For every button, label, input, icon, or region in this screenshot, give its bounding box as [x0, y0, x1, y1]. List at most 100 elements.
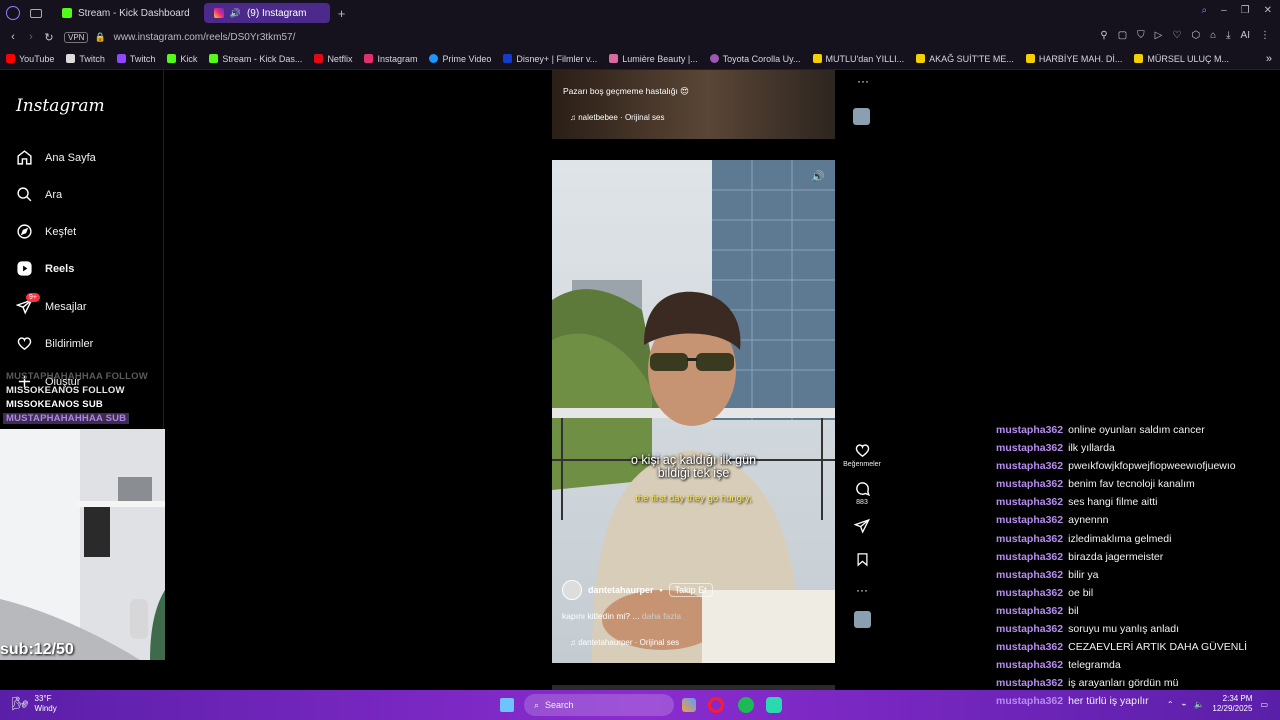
avatar[interactable]	[853, 108, 870, 125]
taskview-icon[interactable]	[682, 698, 696, 712]
bookmark-akag[interactable]: AKAĞ SUİT'TE ME...	[910, 54, 1020, 64]
nav-notifications[interactable]: Bildirimler	[16, 335, 93, 352]
bookmark-lumiere[interactable]: Lumière Beauty |...	[603, 54, 703, 64]
bookmark-prime-video[interactable]: Prime Video	[423, 54, 497, 64]
bookmarks-overflow-icon[interactable]: »	[1266, 53, 1272, 65]
url-field[interactable]: www.instagram.com/reels/DS0Yr3tkm57/	[114, 32, 296, 43]
download-icon[interactable]: ⤓	[1226, 30, 1230, 41]
bookmark-netflix[interactable]: Netflix	[308, 54, 358, 64]
chat-text: bil	[1068, 604, 1079, 617]
chat-username: mustapha362	[996, 641, 1064, 654]
speaker-icon[interactable]: 🔊	[230, 8, 241, 19]
more-options-icon[interactable]: ···	[857, 74, 869, 88]
spotify-icon[interactable]	[738, 697, 754, 713]
adblock-icon[interactable]: ⛉	[1137, 30, 1145, 41]
previous-reel[interactable]: Pazarı boş geçmeme hastalığı 😍 ♫ naletbe…	[552, 70, 835, 139]
chat-message: mustapha362 pweıkfowjkfopwejfiopweewıofju…	[985, 460, 1280, 478]
bookmark-mutlu[interactable]: MUTLU'dan YILLI...	[807, 54, 911, 64]
like-icon[interactable]	[854, 442, 871, 459]
bookmark-kick[interactable]: Kick	[161, 54, 203, 64]
chat-text: aynennn	[1068, 514, 1109, 527]
network-icon[interactable]: ⌁	[1182, 700, 1187, 709]
bookmark-youtube[interactable]: YouTube	[0, 54, 60, 64]
avatar[interactable]	[562, 580, 582, 600]
audio-thumbnail[interactable]	[853, 611, 871, 628]
comment-icon[interactable]	[854, 480, 871, 497]
reel-video[interactable]: 🔊 o kişi aç kaldığı ilk gün bildiği tek …	[552, 160, 835, 663]
chat-message: mustapha362 oe bil	[985, 587, 1280, 605]
reel-audio[interactable]: ♫ dantetahaurper · Orijinal ses	[570, 638, 679, 647]
minimize-button[interactable]: –	[1221, 5, 1227, 16]
menu-icon[interactable]: ⋮	[1260, 30, 1270, 41]
chat-text: oe bil	[1068, 586, 1094, 599]
prime-video-icon	[429, 54, 439, 63]
chat-message: mustapha362 benim fav tecnoloji kanalım	[985, 478, 1280, 496]
opera-icon[interactable]	[708, 697, 724, 713]
back-icon[interactable]: ‹	[4, 31, 22, 43]
nav-reels[interactable]: Reels	[16, 260, 74, 277]
tab-manager-icon[interactable]	[30, 8, 42, 18]
youtube-icon	[6, 54, 15, 63]
volume-icon[interactable]: 🔈	[1194, 700, 1204, 709]
search-placeholder: Search	[545, 700, 574, 710]
reload-icon[interactable]: ↻	[40, 31, 58, 44]
tab-kick-dashboard[interactable]: Stream - Kick Dashboard	[52, 3, 200, 23]
tab-instagram[interactable]: 🔊 (9) Instagram	[203, 3, 330, 23]
bookmark-mursel[interactable]: MÜRSEL ULUÇ M...	[1128, 54, 1235, 64]
nav-explore[interactable]: Keşfet	[16, 223, 76, 240]
like-label: Beğenmeler	[843, 461, 881, 468]
author-username[interactable]: dantetahaurper	[588, 585, 654, 595]
nav-messages[interactable]: 9+ Mesajlar	[16, 293, 87, 315]
heart-icon	[17, 337, 32, 351]
lock-icon[interactable]: 🔒	[94, 32, 105, 43]
instagram-icon	[364, 54, 374, 63]
heart-icon[interactable]: ♡	[1172, 30, 1181, 41]
bookmark-twitch[interactable]: Twitch	[60, 54, 111, 64]
reel-caption[interactable]: kapını kitledin mi? ... daha fazla	[562, 611, 681, 621]
bookmark-toyota[interactable]: Toyota Corolla Uy...	[704, 54, 807, 64]
reel-audio[interactable]: ♫ naletbebee · Orijinal ses	[570, 113, 665, 122]
taskbar-search[interactable]: ⌕ Search	[524, 694, 674, 716]
volume-icon[interactable]: 🔊	[811, 170, 825, 183]
browser-menu-icon[interactable]	[6, 6, 20, 20]
extensions-icon[interactable]: ⬡	[1191, 30, 1200, 41]
restore-button[interactable]: ❐	[1241, 5, 1250, 16]
share-icon[interactable]	[854, 518, 870, 534]
player-icon[interactable]: ▷	[1155, 30, 1163, 41]
more-options-icon[interactable]: ···	[856, 583, 868, 597]
more-link[interactable]: daha fazla	[642, 611, 681, 621]
notification-icon[interactable]: ▭	[1260, 700, 1268, 709]
nav-search[interactable]: Ara	[16, 186, 62, 203]
clock[interactable]: 2:34 PM 12/29/2025	[1212, 694, 1252, 714]
wallet-icon[interactable]: ⌂	[1210, 30, 1216, 41]
snapshot-icon[interactable]: ▢	[1118, 30, 1127, 41]
netflix-icon	[314, 54, 324, 63]
new-tab-button[interactable]: +	[338, 6, 346, 21]
bookmark-kick-dashboard[interactable]: Stream - Kick Das...	[203, 54, 308, 64]
bookmark-harbiye[interactable]: HARBİYE MAH. Dİ...	[1020, 54, 1129, 64]
chat-message: mustapha362 online oyunları saldım cancer	[985, 424, 1280, 442]
tray-overflow-icon[interactable]: ⌃	[1167, 700, 1174, 709]
discord-icon[interactable]	[766, 697, 782, 713]
bookmarks-bar: YouTube Twitch Twitch Kick Stream - Kick…	[0, 48, 1280, 70]
pin-icon[interactable]: ⚲	[1100, 30, 1107, 41]
disney-icon	[503, 54, 513, 63]
bookmark-twitch-2[interactable]: Twitch	[111, 54, 162, 64]
search-tabs-icon[interactable]: ⌕	[1201, 5, 1207, 16]
nav-home[interactable]: Ana Sayfa	[16, 149, 96, 166]
vpn-badge[interactable]: VPN	[64, 31, 89, 43]
chat-text: soruyu mu yanlış anladı	[1068, 623, 1180, 636]
bookmark-disney[interactable]: Disney+ | Filmler v...	[497, 54, 603, 64]
bookmark-instagram[interactable]: Instagram	[358, 54, 423, 64]
weather-widget[interactable]: 🌬 33°F Windy	[12, 694, 57, 714]
ai-icon[interactable]: AI	[1241, 30, 1250, 41]
instagram-logo[interactable]: Instagram	[16, 96, 105, 116]
start-icon[interactable]	[500, 698, 514, 712]
close-window-button[interactable]: ✕	[1264, 5, 1272, 16]
forward-icon[interactable]: ›	[22, 31, 40, 43]
follow-button[interactable]: Takip Et	[668, 583, 713, 597]
alert-line: MUSTAPHAHAHHAA FOLLOW	[6, 371, 148, 382]
weather-desc: Windy	[34, 704, 57, 713]
bookmark-icon[interactable]	[855, 552, 870, 567]
chat-text: CEZAEVLERİ ARTIK DAHA GÜVENLİ	[1068, 641, 1248, 654]
